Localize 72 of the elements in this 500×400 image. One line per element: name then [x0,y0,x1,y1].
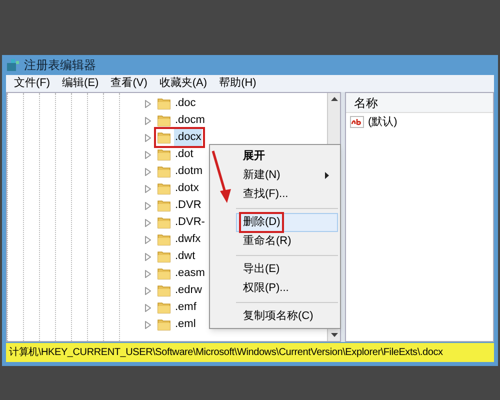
folder-icon [157,250,171,263]
folder-icon [157,216,171,229]
expand-arrow-icon[interactable] [145,252,151,260]
menu-option[interactable]: 展开 [236,147,338,166]
tree-item[interactable]: .dot [174,146,194,163]
menu-item[interactable]: 帮助(H) [219,75,256,92]
expand-arrow-icon[interactable] [145,168,151,176]
expand-arrow-icon[interactable] [145,270,151,278]
menu-label: 权限(P)... [242,281,290,296]
folder-icon [157,182,171,195]
folder-icon [157,97,171,110]
tree-item[interactable]: .dwt [174,248,196,265]
tree-item[interactable]: .dotm [174,163,204,180]
menu-item[interactable]: 收藏夹(A) [159,75,208,92]
menu-label: 复制项名称(C) [242,309,314,324]
tree-item[interactable]: .easm [174,265,206,282]
folder-icon [157,284,171,297]
expand-arrow-icon[interactable] [145,236,151,244]
expand-arrow-icon[interactable] [145,202,151,210]
tree-item[interactable]: .docx [174,129,202,146]
annotation-box: 删除(D) [239,212,284,233]
tree-item[interactable]: .docm [174,112,206,129]
menu-item[interactable]: 文件(F) [14,75,50,92]
registry-path: 计算机\HKEY_CURRENT_USER\Software\Microsoft\Windows\CurrentVersion\Explorer\FileExts\.docx [9,346,443,360]
registry-icon [6,58,20,72]
expand-arrow-icon[interactable] [145,286,151,294]
folder-icon [157,199,171,212]
expand-arrow-icon[interactable] [145,116,151,124]
menu-option[interactable]: 删除(D) [236,213,338,232]
menu-option[interactable]: 权限(P)... [236,279,338,298]
menu-item[interactable]: 编辑(E) [62,75,99,92]
folder-icon [157,301,171,314]
menu-label: 重命名(R) [242,234,292,250]
expand-arrow-icon[interactable] [145,134,151,142]
menu-option[interactable]: 新建(N) [236,166,338,185]
scroll-up-icon[interactable] [330,97,338,101]
menu-label: 展开 [242,149,266,164]
menu-item[interactable]: 查看(V) [110,75,148,92]
menu-option[interactable]: 复制项名称(C) [236,307,338,326]
tree-item[interactable]: .edrw [174,282,203,299]
expand-arrow-icon[interactable] [145,150,151,158]
expand-arrow-icon[interactable] [145,304,151,312]
tree-item[interactable]: .eml [174,316,197,333]
column-header[interactable]: 名称 [346,93,493,113]
folder-icon [157,267,171,280]
annotation-arrow [211,150,233,204]
value-name[interactable]: (默认) [368,114,398,130]
menu-label: 新建(N) [242,168,282,184]
window-title: 注册表编辑器 [24,57,96,74]
scroll-down-icon[interactable] [330,333,338,337]
folder-icon [157,233,171,246]
menu-option[interactable]: 查找(F)... [236,185,338,204]
folder-icon [157,318,171,331]
folder-icon [157,114,171,127]
tree-item[interactable]: .DVR [174,197,202,214]
expand-arrow-icon[interactable] [145,184,151,192]
tree-item[interactable]: .doc [174,95,197,112]
folder-icon [157,148,171,161]
string-value-icon [350,116,364,128]
expand-arrow-icon[interactable] [145,100,151,108]
menu-label: 导出(E) [242,262,281,278]
tree-item[interactable]: .DVR- [174,214,206,231]
tree-item[interactable]: .dotx [174,180,200,197]
menu-option[interactable]: 重命名(R) [236,232,338,251]
expand-arrow-icon[interactable] [145,320,151,328]
menu-label: 查找(F)... [242,187,290,202]
folder-icon [157,165,171,178]
expand-arrow-icon[interactable] [145,218,151,226]
menu-option[interactable]: 导出(E) [236,260,338,279]
folder-icon [157,131,171,144]
tree-item[interactable]: .emf [174,299,198,316]
tree-item[interactable]: .dwfx [174,231,202,248]
